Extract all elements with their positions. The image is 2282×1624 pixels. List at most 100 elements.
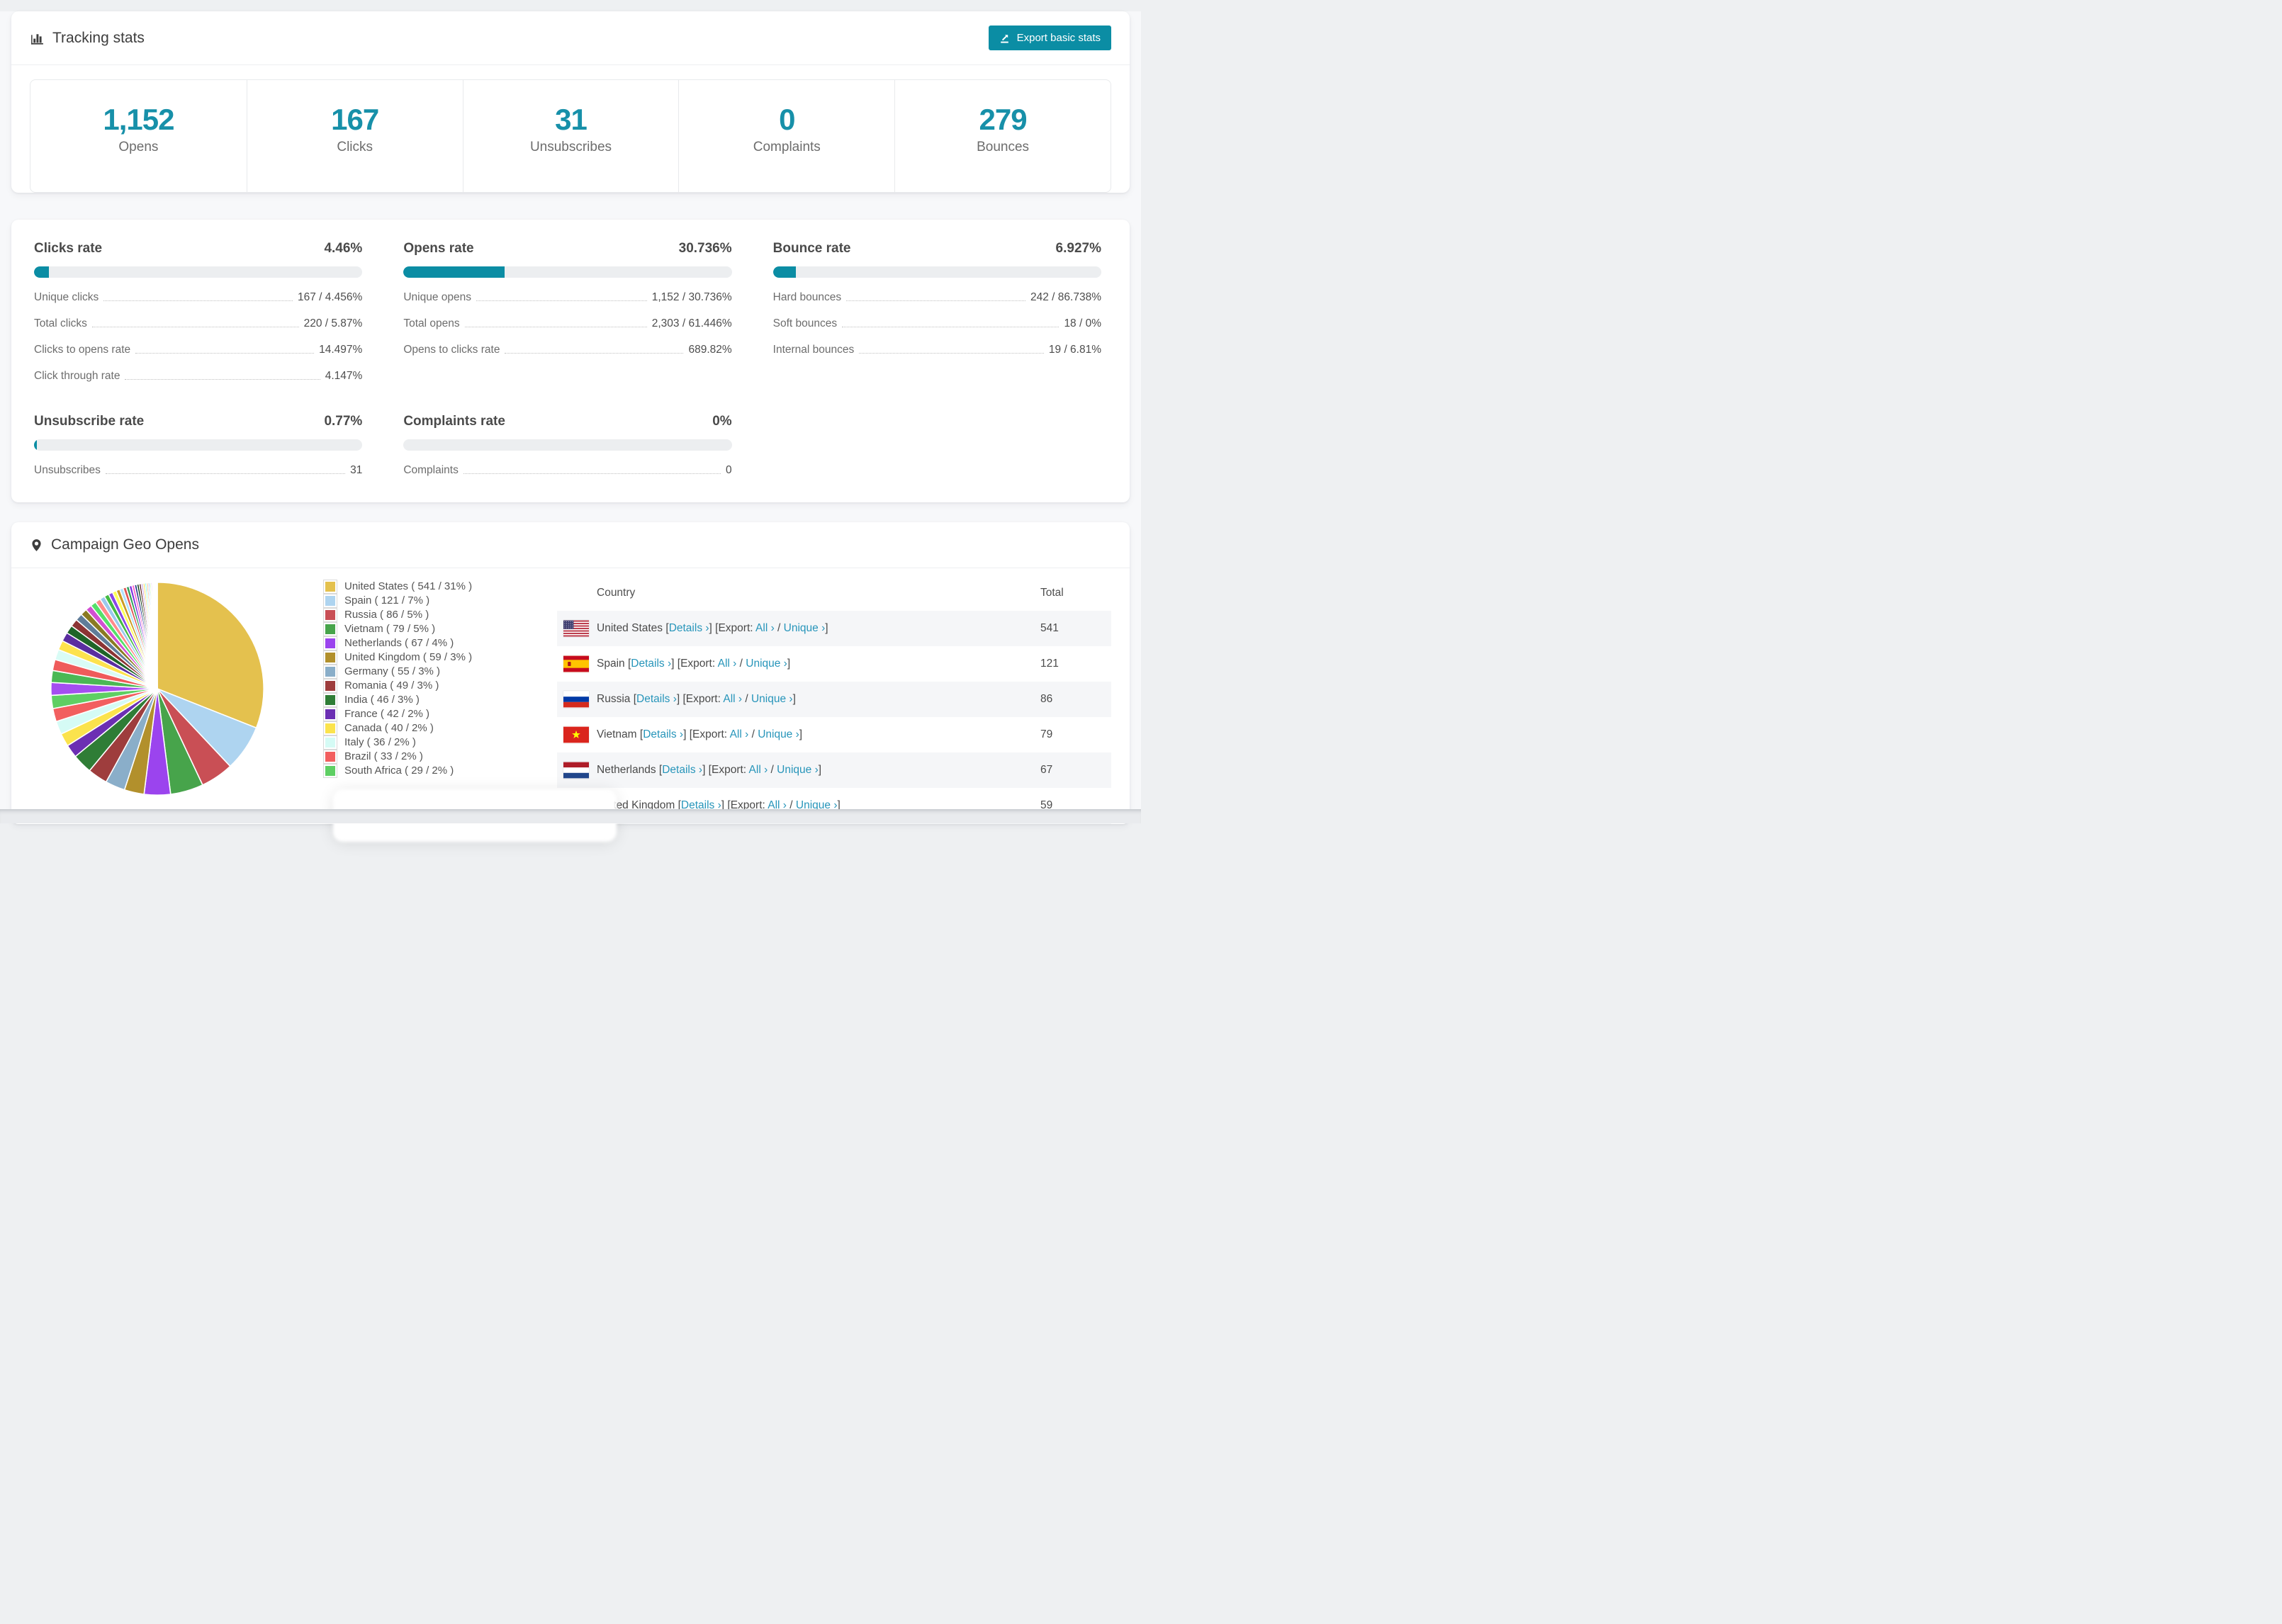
legend-swatch	[323, 664, 337, 679]
legend-item: South Africa ( 29 / 2% )	[323, 763, 557, 778]
dotted-leader	[476, 300, 647, 301]
rate-value: 0%	[712, 414, 732, 429]
stat-tile: 0 Complaints	[678, 80, 894, 192]
details-link[interactable]: Details ›	[662, 764, 702, 776]
total-cell: 79	[1040, 728, 1053, 740]
details-link[interactable]: Details ›	[636, 693, 677, 705]
dotted-leader	[846, 300, 1026, 301]
summary-stats-row: 1,152 Opens 167 Clicks 31 Unsubscribes 0 Compla…	[30, 79, 1111, 193]
stat-value: 1,152	[103, 103, 174, 136]
page-bottom-strip	[0, 809, 1141, 823]
dotted-leader	[859, 353, 1044, 354]
rate-head: Complaints rate 0%	[403, 414, 731, 429]
legend-swatch	[323, 579, 337, 594]
details-link[interactable]: Details ›	[669, 622, 709, 634]
legend-label: India ( 46 / 3% )	[344, 694, 420, 706]
legend-swatch	[323, 636, 337, 650]
bracket: ] [	[709, 622, 719, 634]
country-cell: Russia [Details ›] [Export: All › / Uniq…	[597, 693, 1040, 706]
legend-label: Russia ( 86 / 5% )	[344, 609, 429, 621]
export-unique-link[interactable]: Unique ›	[784, 622, 826, 634]
legend-item: Italy ( 36 / 2% )	[323, 735, 557, 750]
legend-label: Brazil ( 33 / 2% )	[344, 750, 423, 762]
bracket: [	[636, 728, 643, 740]
country-name: Vietnam	[597, 728, 637, 740]
rate-section: Complaints rate 0% Complaints 0	[403, 414, 732, 477]
rate-row-value: 14.497%	[319, 344, 363, 356]
stat-value: 31	[555, 103, 588, 136]
legend-label: Romania ( 49 / 3% )	[344, 680, 439, 692]
rate-value: 4.46%	[324, 241, 363, 256]
progress-bar-fill	[34, 266, 49, 278]
slash: /	[736, 658, 746, 670]
dotted-leader	[103, 300, 293, 301]
stat-label: Bounces	[977, 140, 1030, 154]
export-unique-link[interactable]: Unique ›	[758, 728, 799, 740]
geo-opens-body: United States ( 541 / 31% ) Spain ( 121 /…	[11, 568, 1130, 824]
geo-pie-legend: United States ( 541 / 31% ) Spain ( 121 /…	[323, 579, 557, 778]
bracket: ] [	[702, 764, 712, 776]
rate-row: Clicks to opens rate 14.497%	[34, 344, 362, 356]
export-all-link[interactable]: All ›	[723, 693, 742, 705]
legend-item: Romania ( 49 / 3% )	[323, 678, 557, 693]
geo-country-table: Country Total United States [Details ›] [E…	[557, 577, 1111, 824]
export-unique-link[interactable]: Unique ›	[746, 658, 787, 670]
progress-bar-fill	[403, 266, 505, 278]
rate-row-label: Clicks to opens rate	[34, 344, 131, 356]
rate-section: Clicks rate 4.46% Unique clicks 167 / 4.456…	[34, 241, 363, 383]
total-cell: 541	[1040, 622, 1059, 634]
page-title: Tracking stats	[52, 29, 145, 46]
legend-label: Spain ( 121 / 7% )	[344, 594, 430, 607]
progress-bar	[403, 266, 732, 278]
legend-item: Spain ( 121 / 7% )	[323, 593, 557, 608]
rate-row: Internal bounces 19 / 6.81%	[773, 344, 1101, 356]
export-all-link[interactable]: All ›	[730, 728, 749, 740]
export-all-link[interactable]: All ›	[749, 764, 768, 776]
legend-item: Brazil ( 33 / 2% )	[323, 749, 557, 764]
slash: /	[748, 728, 758, 740]
rate-row: Opens to clicks rate 689.82%	[403, 344, 731, 356]
bracket: ]	[825, 622, 828, 634]
details-link[interactable]: Details ›	[631, 658, 671, 670]
export-unique-link[interactable]: Unique ›	[777, 764, 819, 776]
export-prefix: Export:	[692, 728, 730, 740]
rate-row-label: Internal bounces	[772, 344, 855, 356]
table-row: Vietnam [Details ›] [Export: All › / Uni…	[557, 717, 1111, 752]
details-link[interactable]: Details ›	[643, 728, 683, 740]
legend-item: United Kingdom ( 59 / 3% )	[323, 650, 557, 665]
geo-pie-chart	[47, 578, 268, 803]
stat-value: 167	[331, 103, 379, 136]
bracket: ]	[818, 764, 822, 776]
rate-row: Total opens 2,303 / 61.446%	[403, 317, 731, 330]
legend-swatch	[323, 607, 337, 622]
slash: /	[774, 622, 784, 634]
bracket: [	[663, 622, 669, 634]
export-prefix: Export:	[680, 658, 718, 670]
legend-item: Vietnam ( 79 / 5% )	[323, 621, 557, 636]
rate-row-value: 2,303 / 61.446%	[651, 317, 732, 329]
stat-label: Complaints	[753, 140, 821, 154]
rate-row: Complaints 0	[403, 464, 731, 477]
rate-row-value: 18 / 0%	[1064, 317, 1101, 329]
stat-tile: 1,152 Opens	[30, 80, 247, 192]
legend-item: Netherlands ( 67 / 4% )	[323, 636, 557, 650]
ru-flag-icon	[563, 691, 589, 708]
stat-label: Unsubscribes	[529, 140, 612, 154]
country-name: Spain	[597, 658, 625, 670]
export-all-link[interactable]: All ›	[718, 658, 737, 670]
export-basic-stats-button[interactable]: Export basic stats	[988, 26, 1111, 50]
country-cell: Netherlands [Details ›] [Export: All › /…	[597, 764, 1040, 777]
rate-row-value: 0	[726, 464, 732, 476]
rate-row-label: Total clicks	[34, 317, 87, 329]
country-cell: United States [Details ›] [Export: All ›…	[597, 622, 1040, 635]
slash: /	[768, 764, 777, 776]
export-unique-link[interactable]: Unique ›	[751, 693, 793, 705]
progress-bar	[772, 266, 1101, 278]
rate-head: Bounce rate 6.927%	[773, 241, 1101, 256]
legend-swatch	[323, 650, 337, 665]
dotted-leader	[505, 353, 684, 354]
rate-head: Opens rate 30.736%	[403, 241, 731, 256]
table-row: Spain [Details ›] [Export: All › / Uniqu…	[557, 646, 1111, 682]
legend-swatch	[323, 593, 337, 608]
export-all-link[interactable]: All ›	[755, 622, 775, 634]
